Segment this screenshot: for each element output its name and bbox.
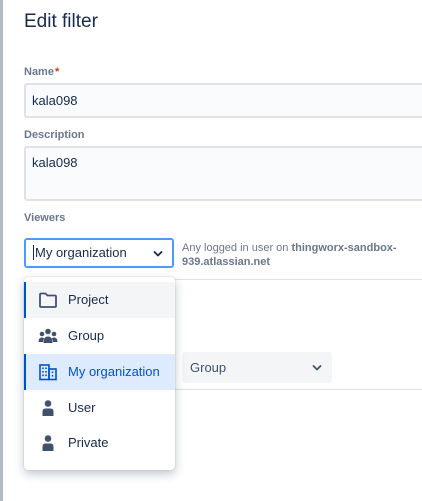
description-field[interactable]: kala098 (24, 146, 422, 201)
editors-group-select-value: Group (190, 360, 227, 375)
viewers-label: Viewers (24, 212, 66, 224)
menu-item-private[interactable]: Private (24, 425, 175, 461)
menu-item-my-organization[interactable]: My organization (24, 354, 175, 390)
person-icon (42, 435, 54, 451)
name-label: Name* (24, 66, 59, 78)
menu-item-project[interactable]: Project (24, 282, 175, 318)
menu-item-user[interactable]: User (24, 390, 175, 426)
menu-item-group[interactable]: Group (24, 318, 175, 354)
editors-group-select[interactable]: Group (182, 352, 332, 383)
text-cursor (33, 245, 34, 261)
menu-item-label: Group (68, 328, 105, 343)
menu-item-label: User (68, 400, 96, 415)
chevron-down-icon (153, 251, 163, 257)
person-icon (42, 400, 54, 416)
viewers-select-value: My organization (35, 245, 127, 260)
required-mark: * (54, 66, 60, 78)
viewers-dropdown-menu: Project Group My organization User Priva… (24, 277, 175, 470)
menu-item-label: Private (68, 435, 109, 450)
window-edge (0, 0, 3, 501)
menu-item-label: Project (68, 292, 109, 307)
description-label: Description (24, 129, 85, 141)
office-building-icon (39, 364, 57, 381)
viewers-info: Any logged in user on thingworx-sandbox-… (182, 241, 417, 269)
name-field[interactable]: kala098 (24, 83, 422, 118)
dialog-title: Edit filter (24, 11, 98, 32)
name-label-text: Name (24, 66, 54, 78)
section-divider (175, 279, 422, 280)
section-divider (175, 389, 422, 390)
folder-icon (39, 292, 57, 308)
viewers-info-text: Any logged in user on (182, 242, 292, 254)
viewers-select[interactable]: My organization (24, 238, 174, 268)
people-group-icon (38, 328, 58, 343)
chevron-down-icon (312, 365, 322, 371)
menu-item-label: My organization (68, 364, 160, 379)
